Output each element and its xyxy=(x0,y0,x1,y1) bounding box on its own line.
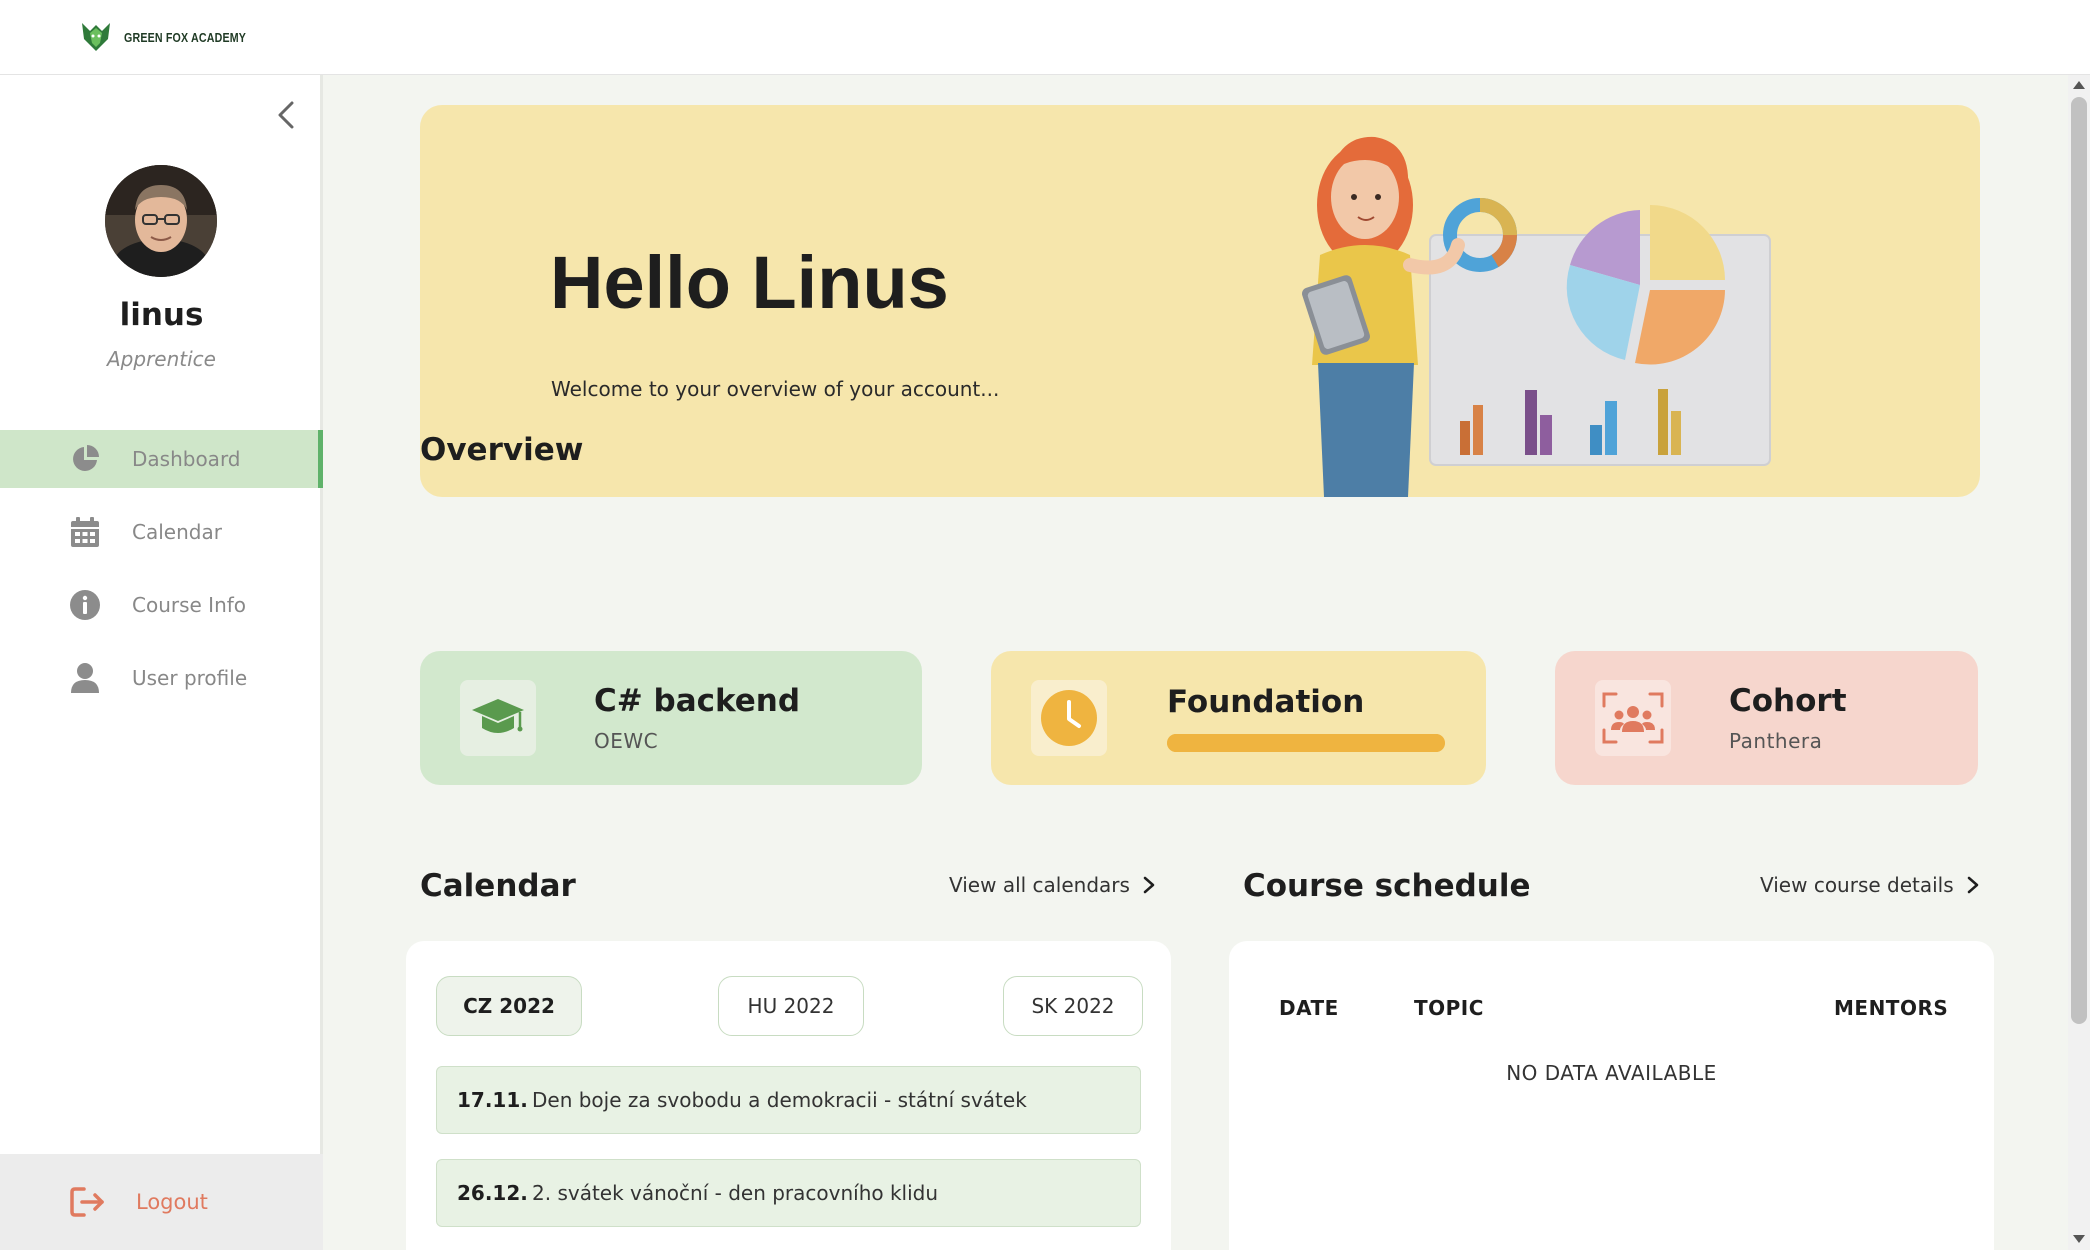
logo-text[interactable]: GREEN FOX ACADEMY xyxy=(124,30,246,45)
logout-button[interactable]: Logout xyxy=(0,1154,323,1250)
welcome-title: Hello Linus xyxy=(550,241,949,324)
sidebar-item-label: Course Info xyxy=(132,593,247,617)
sidebar-nav: Dashboard Calendar Course Info User prof… xyxy=(0,430,323,722)
dashboard-illustration xyxy=(1302,136,1771,497)
view-course-details-link[interactable]: View course details xyxy=(1760,873,1980,897)
pie-chart-icon xyxy=(68,442,102,476)
tab-cz-2022[interactable]: CZ 2022 xyxy=(436,976,582,1036)
logout-icon xyxy=(70,1187,104,1217)
chevron-right-icon xyxy=(1967,876,1978,894)
course-card[interactable]: C# backend OEWC xyxy=(420,651,922,785)
collapse-sidebar-icon[interactable] xyxy=(272,95,302,135)
course-schedule-title: Course schedule xyxy=(1243,868,1531,904)
user-name: linus xyxy=(119,297,204,333)
cohort-name: Panthera xyxy=(1729,729,1823,753)
fox-logo-icon[interactable] xyxy=(78,19,114,55)
calendar-panel: CZ 2022 HU 2022 SK 2022 17.11. Den boje … xyxy=(406,941,1171,1250)
view-all-calendars-link[interactable]: View all calendars xyxy=(949,873,1156,897)
phase-progress-bar xyxy=(1167,734,1445,752)
sidebar-item-label: User profile xyxy=(132,666,248,690)
view-all-calendars-label: View all calendars xyxy=(949,873,1130,897)
calendar-icon xyxy=(68,515,102,549)
course-code: OEWC xyxy=(594,729,659,753)
scrollbar-thumb[interactable] xyxy=(2071,97,2087,1024)
sidebar-item-user-profile[interactable]: User profile xyxy=(0,649,323,707)
welcome-subtitle: Welcome to your overview of your account… xyxy=(551,377,1000,401)
list-item: 26.12. 2. svátek vánoční - den pracovníh… xyxy=(436,1159,1141,1227)
scroll-up-arrow-icon[interactable] xyxy=(2073,81,2085,89)
column-header-date: DATE xyxy=(1279,996,1339,1020)
column-header-topic: TOPIC xyxy=(1414,996,1484,1020)
sidebar-item-dashboard[interactable]: Dashboard xyxy=(0,430,323,488)
phase-name: Foundation xyxy=(1167,684,1365,720)
calendar-tabs: CZ 2022 HU 2022 SK 2022 xyxy=(436,976,1143,1036)
clock-icon xyxy=(1031,680,1107,756)
avatar xyxy=(105,165,217,277)
cohort-label: Cohort xyxy=(1729,683,1847,719)
sidebar-item-calendar[interactable]: Calendar xyxy=(0,503,323,561)
graduation-cap-icon xyxy=(460,680,536,756)
welcome-banner: Hello Linus Welcome to your overview of … xyxy=(420,105,1980,497)
top-bar: GREEN FOX ACADEMY xyxy=(0,0,2090,75)
cohort-card[interactable]: Cohort Panthera xyxy=(1555,651,1978,785)
empty-state-text: NO DATA AVAILABLE xyxy=(1506,1061,1717,1085)
phase-card[interactable]: Foundation xyxy=(991,651,1486,785)
overview-title: Overview xyxy=(420,432,584,468)
vertical-scrollbar[interactable] xyxy=(2068,75,2090,1250)
holiday-name: 2. svátek vánoční - den pracovního klidu xyxy=(532,1181,939,1205)
user-icon xyxy=(68,661,102,695)
sidebar: linus Apprentice Dashboard Calendar Cour… xyxy=(0,75,323,1250)
calendar-section-title: Calendar xyxy=(420,868,576,904)
course-schedule-panel: DATE TOPIC MENTORS NO DATA AVAILABLE xyxy=(1229,941,1994,1250)
info-icon xyxy=(68,588,102,622)
user-role: Apprentice xyxy=(107,347,216,371)
sidebar-item-label: Dashboard xyxy=(132,447,241,471)
tab-sk-2022[interactable]: SK 2022 xyxy=(1003,976,1143,1036)
column-header-mentors: MENTORS xyxy=(1834,996,1949,1020)
list-item: 17.11. Den boje za svobodu a demokracii … xyxy=(436,1066,1141,1134)
phase-progress-fill xyxy=(1167,734,1445,752)
holiday-date: 26.12. xyxy=(457,1181,528,1205)
view-course-details-label: View course details xyxy=(1760,873,1954,897)
chevron-right-icon xyxy=(1143,876,1155,894)
main-content: Hello Linus Welcome to your overview of … xyxy=(323,75,2068,1250)
tab-hu-2022[interactable]: HU 2022 xyxy=(718,976,864,1036)
logout-label: Logout xyxy=(136,1190,208,1214)
sidebar-item-course-info[interactable]: Course Info xyxy=(0,576,323,634)
course-name: C# backend xyxy=(594,683,801,719)
holiday-name: Den boje za svobodu a demokracii - státn… xyxy=(532,1088,1027,1112)
group-icon xyxy=(1595,680,1671,756)
scroll-down-arrow-icon[interactable] xyxy=(2073,1235,2085,1243)
holiday-date: 17.11. xyxy=(457,1088,528,1112)
sidebar-item-label: Calendar xyxy=(132,520,222,544)
